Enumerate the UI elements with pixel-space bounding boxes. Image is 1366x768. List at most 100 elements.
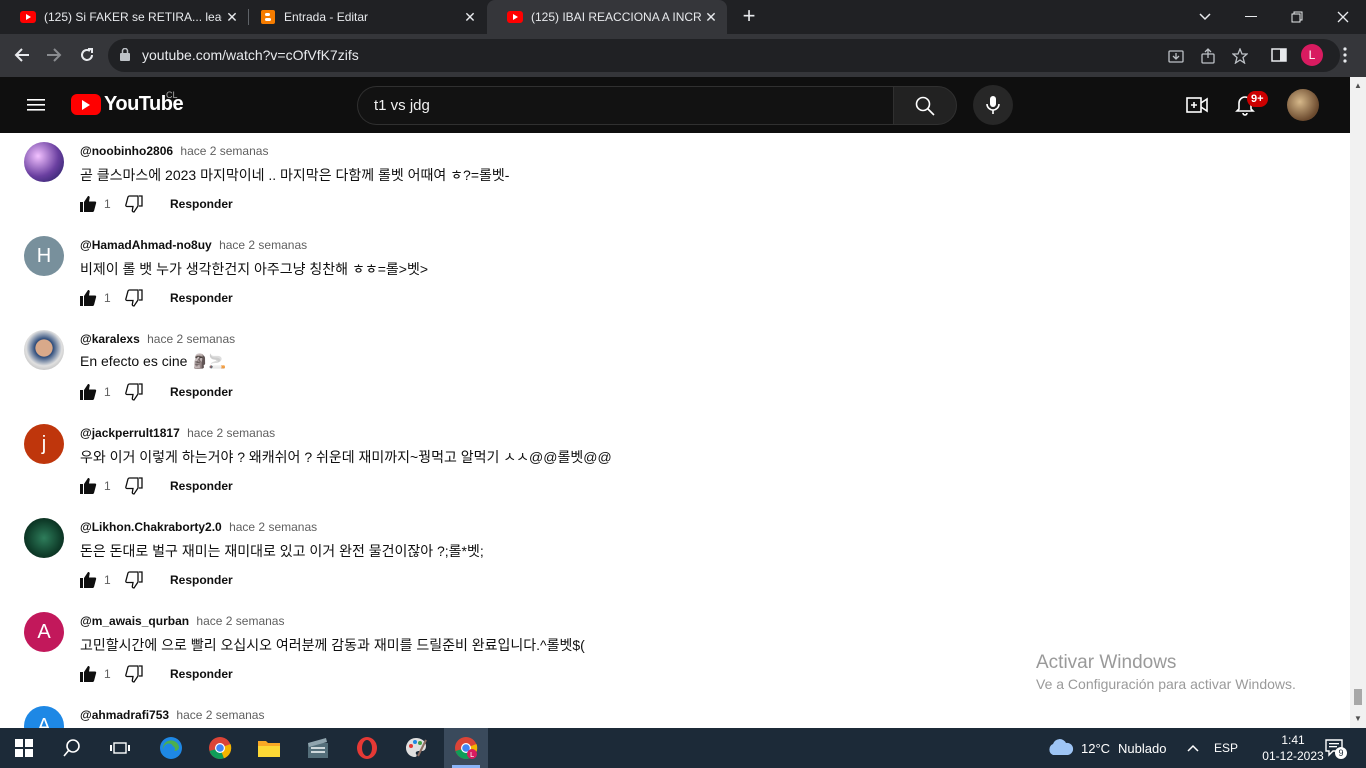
task-view-icon[interactable] [106, 734, 134, 762]
paint-palette-icon[interactable] [402, 734, 430, 762]
side-panel-icon[interactable] [1267, 43, 1291, 67]
dislike-thumb-icon[interactable] [124, 194, 144, 214]
comment-item: @karalexs hace 2 semanas En efecto es ci… [0, 321, 1350, 415]
search-input[interactable]: t1 vs jdg [357, 86, 894, 125]
minimize-window-button[interactable] [1228, 0, 1274, 34]
tab-search-chevron-icon[interactable] [1182, 0, 1228, 34]
dislike-thumb-icon[interactable] [124, 476, 144, 496]
activate-windows-subtitle: Ve a Configuración para activar Windows. [1036, 676, 1296, 692]
comments-section: @noobinho2806 hace 2 semanas 곧 클스마스에 202… [0, 133, 1350, 728]
reply-button[interactable]: Responder [170, 479, 233, 493]
microphone-icon [986, 96, 1000, 114]
comment-text: 비제이 롤 뱃 누가 생각한건지 아주그냥 칭찬해 ㅎㅎ=롤>벳> [80, 261, 428, 277]
search-button[interactable] [893, 86, 957, 125]
comment-author[interactable]: @karalexs [80, 332, 140, 346]
scrollbar-thumb[interactable] [1354, 689, 1362, 705]
comment-author[interactable]: @HamadAhmad-no8uy [80, 238, 212, 252]
reply-button[interactable]: Responder [170, 197, 233, 211]
reply-button[interactable]: Responder [170, 385, 233, 399]
share-icon[interactable] [1198, 46, 1218, 66]
like-count: 1 [104, 479, 111, 493]
windows-start-icon[interactable] [10, 734, 38, 762]
lock-icon[interactable] [120, 47, 130, 66]
like-thumb-icon[interactable] [78, 382, 98, 402]
notification-center-icon[interactable]: 9 [1325, 728, 1347, 768]
bookmark-star-icon[interactable] [1230, 46, 1250, 66]
commenter-avatar[interactable]: j [24, 424, 64, 464]
voice-search-button[interactable] [973, 85, 1013, 125]
page-scrollbar[interactable]: ▲ ▼ [1350, 77, 1366, 728]
hamburger-menu-icon[interactable] [24, 93, 48, 117]
edge-browser-icon[interactable] [157, 734, 185, 762]
comment-time[interactable]: hace 2 semanas [219, 238, 307, 252]
comment-time[interactable]: hace 2 semanas [229, 520, 317, 534]
chrome-icon[interactable] [206, 734, 234, 762]
like-thumb-icon[interactable] [78, 194, 98, 214]
browser-tab-1[interactable]: (125) Si FAKER se RETIRA... league ✕ [0, 0, 248, 34]
comment-actions: 1 Responder [78, 287, 233, 309]
comment-author[interactable]: @Likhon.Chakraborty2.0 [80, 520, 222, 534]
scroll-down-arrow-icon[interactable]: ▼ [1354, 714, 1362, 723]
commenter-avatar[interactable] [24, 142, 64, 182]
taskbar-search-icon[interactable] [58, 734, 86, 762]
browser-tab-2[interactable]: Entrada - Editar ✕ [240, 0, 486, 34]
dislike-thumb-icon[interactable] [124, 382, 144, 402]
install-app-icon[interactable] [1166, 46, 1186, 66]
comment-author[interactable]: @m_awais_qurban [80, 614, 189, 628]
close-tab-icon[interactable]: ✕ [701, 9, 721, 26]
commenter-avatar[interactable]: H [24, 236, 64, 276]
commenter-avatar[interactable]: A [24, 612, 64, 652]
scroll-up-arrow-icon[interactable]: ▲ [1354, 81, 1362, 90]
reload-icon[interactable] [75, 43, 99, 67]
close-window-button[interactable] [1320, 0, 1366, 34]
comment-header: @ahmadrafi753 hace 2 semanas [80, 708, 264, 722]
forward-arrow-icon[interactable] [42, 43, 66, 67]
dislike-thumb-icon[interactable] [124, 664, 144, 684]
account-avatar[interactable] [1287, 89, 1319, 121]
commenter-avatar[interactable] [24, 518, 64, 558]
chrome-profile-icon[interactable]: L [452, 734, 480, 762]
file-explorer-icon[interactable] [255, 734, 283, 762]
dislike-thumb-icon[interactable] [124, 570, 144, 590]
comment-actions: 1 Responder [78, 569, 233, 591]
youtube-logo[interactable]: YouTube CL [71, 90, 184, 116]
profile-avatar[interactable]: L [1301, 44, 1323, 66]
close-tab-icon[interactable]: ✕ [460, 9, 480, 26]
like-count: 1 [104, 291, 111, 305]
create-video-icon[interactable] [1185, 93, 1209, 117]
dislike-thumb-icon[interactable] [124, 288, 144, 308]
video-editor-icon[interactable] [304, 734, 332, 762]
input-language[interactable]: ESP [1214, 728, 1238, 768]
reply-button[interactable]: Responder [170, 573, 233, 587]
comment-time[interactable]: hace 2 semanas [196, 614, 284, 628]
close-tab-icon[interactable]: ✕ [222, 9, 242, 26]
browser-tab-3-active[interactable]: (125) IBAI REACCIONA A INCREÍBLE ✕ [487, 0, 727, 34]
show-hidden-icons-chevron-icon[interactable] [1187, 728, 1199, 768]
comment-author[interactable]: @jackperrult1817 [80, 426, 180, 440]
address-bar[interactable]: youtube.com/watch?v=cOfVfK7zifs [108, 39, 1340, 72]
reply-button[interactable]: Responder [170, 667, 233, 681]
comment-header: @m_awais_qurban hace 2 semanas [80, 614, 284, 628]
comment-time[interactable]: hace 2 semanas [180, 144, 268, 158]
comment-time[interactable]: hace 2 semanas [187, 426, 275, 440]
comment-time[interactable]: hace 2 semanas [147, 332, 235, 346]
like-thumb-icon[interactable] [78, 664, 98, 684]
back-arrow-icon[interactable] [10, 43, 34, 67]
weather-widget[interactable]: 12°C Nublado [1046, 728, 1166, 768]
search-query[interactable]: t1 vs jdg [374, 97, 430, 114]
opera-icon[interactable] [353, 734, 381, 762]
comment-time[interactable]: hace 2 semanas [176, 708, 264, 722]
system-clock[interactable]: 1:41 01-12-2023 [1262, 732, 1324, 764]
commenter-avatar[interactable]: A [24, 706, 64, 728]
like-thumb-icon[interactable] [78, 476, 98, 496]
like-thumb-icon[interactable] [78, 288, 98, 308]
commenter-avatar[interactable] [24, 330, 64, 370]
reply-button[interactable]: Responder [170, 291, 233, 305]
comment-author[interactable]: @noobinho2806 [80, 144, 173, 158]
url-text[interactable]: youtube.com/watch?v=cOfVfK7zifs [142, 47, 359, 63]
comment-author[interactable]: @ahmadrafi753 [80, 708, 169, 722]
like-thumb-icon[interactable] [78, 570, 98, 590]
new-tab-button[interactable]: + [738, 5, 760, 27]
restore-window-button[interactable] [1274, 0, 1320, 34]
browser-menu-icon[interactable] [1333, 43, 1357, 67]
